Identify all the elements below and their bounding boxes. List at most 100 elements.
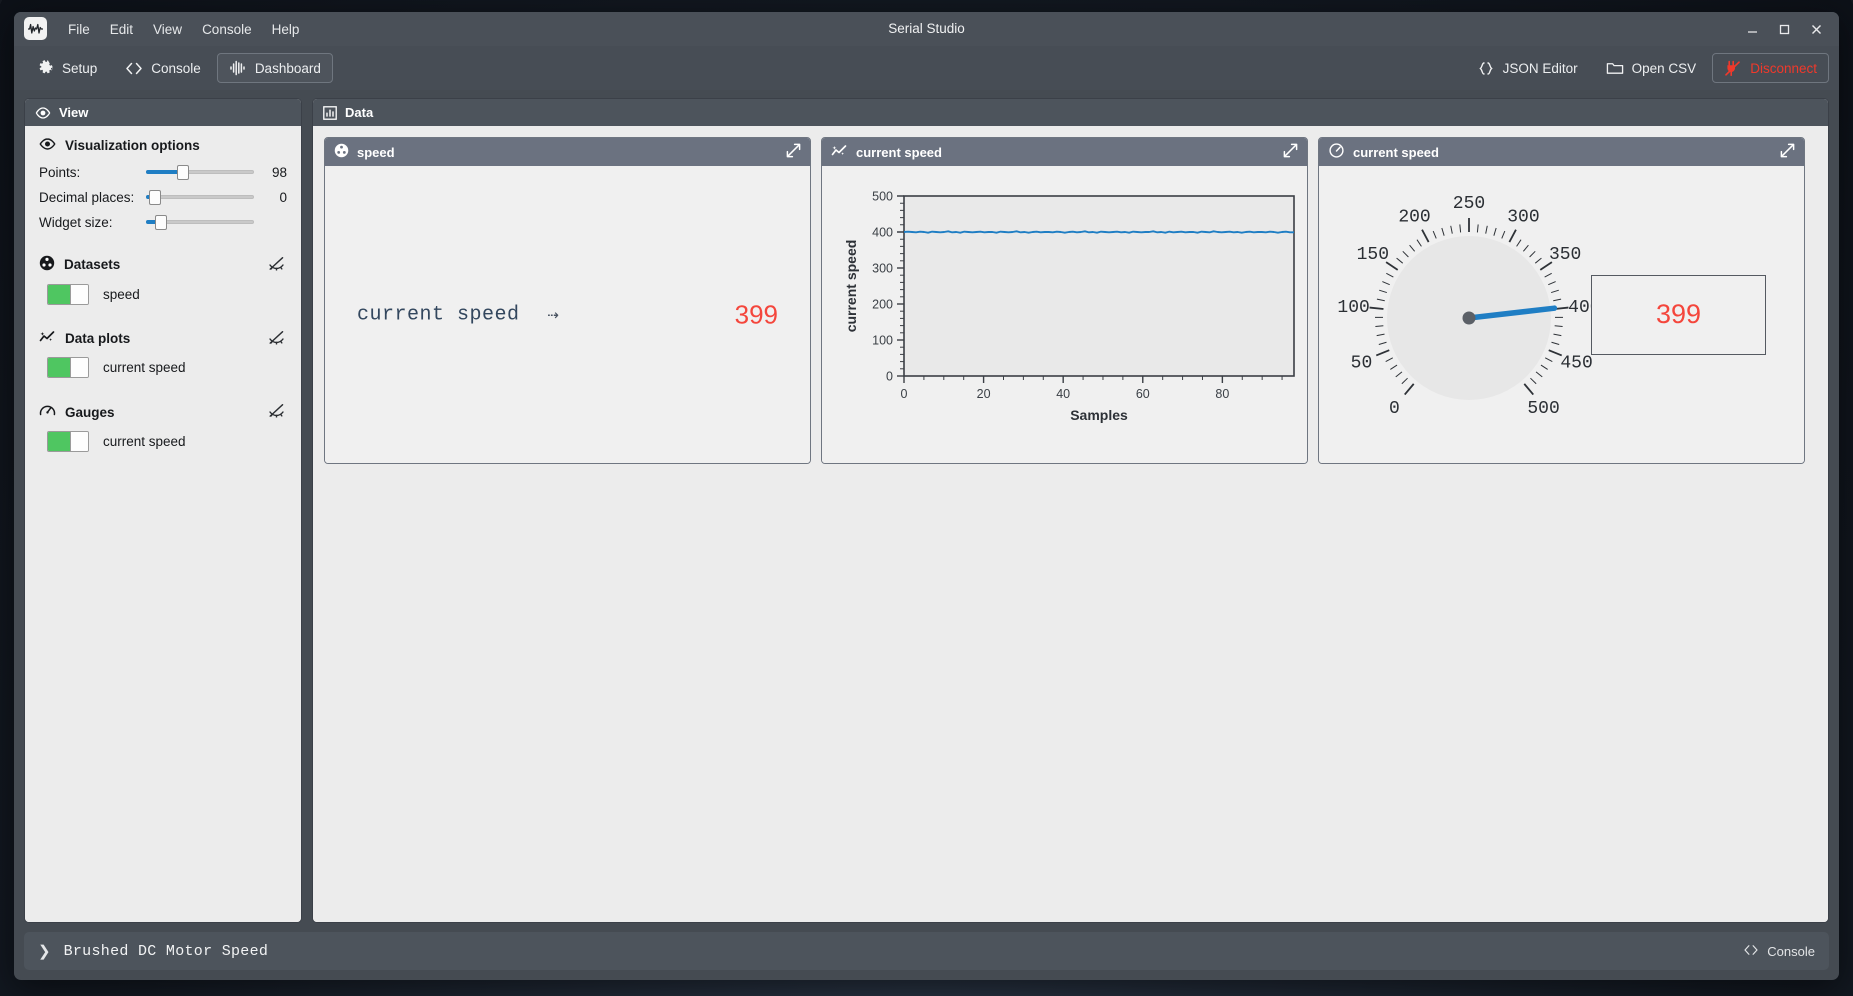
- svg-text:40: 40: [1056, 387, 1070, 401]
- widget-plot-body: 0 100 200 300 400 500 0 20 40 60 80 Samples current …: [822, 166, 1307, 463]
- gauge-icon: [1328, 143, 1345, 161]
- waveform-bars-icon: [229, 59, 247, 77]
- curly-braces-icon: [1477, 59, 1495, 77]
- section-gauges: Gauges: [39, 403, 287, 421]
- disconnect-button[interactable]: Disconnect: [1712, 53, 1829, 83]
- open-csv-button-label: Open CSV: [1631, 60, 1697, 76]
- status-bar-console-button[interactable]: Console: [1743, 944, 1815, 959]
- section-visualization-options-label: Visualization options: [65, 138, 200, 153]
- data-panel-header: Data: [313, 99, 1828, 126]
- points-slider-row: Points: 98: [39, 163, 287, 181]
- json-editor-button-label: JSON Editor: [1502, 60, 1578, 76]
- svg-text:150: 150: [1357, 245, 1389, 265]
- open-csv-button[interactable]: Open CSV: [1594, 53, 1709, 83]
- expand-icon[interactable]: [1283, 143, 1298, 161]
- code-brackets-icon: [1743, 944, 1759, 959]
- decimal-places-slider-value: 0: [279, 189, 287, 205]
- section-gauges-label: Gauges: [65, 404, 115, 420]
- svg-text:60: 60: [1136, 387, 1150, 401]
- svg-text:Samples: Samples: [1070, 407, 1128, 423]
- expand-icon[interactable]: [786, 143, 801, 161]
- console-button-label: Console: [151, 60, 201, 76]
- console-button[interactable]: Console: [113, 53, 213, 83]
- data-panel-title: Data: [345, 105, 374, 120]
- points-slider-value: 98: [271, 164, 287, 180]
- main-toolbar: Setup Console Dashboard JSON Editor Open…: [14, 46, 1839, 90]
- arrow-right-icon: ⇢: [547, 304, 559, 326]
- points-slider[interactable]: [146, 163, 254, 181]
- points-slider-label: Points:: [39, 164, 81, 180]
- widget-current-speed-gauge: current speed 0 50 100 150 200 250 300 350 400 45…: [1318, 137, 1805, 464]
- svg-text:500: 500: [1527, 398, 1559, 418]
- svg-text:250: 250: [1453, 194, 1485, 214]
- eye-off-icon[interactable]: [268, 256, 285, 273]
- gauge-current-speed-toggle[interactable]: [47, 431, 89, 452]
- folder-icon: [1606, 59, 1624, 77]
- gauge-current-speed-label: current speed: [103, 434, 186, 449]
- status-bar-left: ❯ Brushed DC Motor Speed: [38, 942, 269, 961]
- eye-icon: [39, 138, 56, 153]
- svg-text:200: 200: [872, 298, 893, 312]
- toolbar-right-group: JSON Editor Open CSV Disconnect: [1465, 53, 1829, 83]
- application-window: File Edit View Console Help Serial Studi…: [14, 12, 1839, 980]
- dataset-speed-label: speed: [103, 287, 140, 302]
- dashboard-button-label: Dashboard: [254, 60, 321, 76]
- eye-off-icon[interactable]: [268, 404, 285, 421]
- dataset-speed-toggle[interactable]: [47, 284, 89, 305]
- eye-off-icon[interactable]: [268, 330, 285, 347]
- datasets-icon: [39, 255, 55, 274]
- widget-gauge-header: current speed: [1319, 138, 1804, 166]
- status-bar-text: Brushed DC Motor Speed: [63, 942, 269, 960]
- svg-text:0: 0: [901, 387, 908, 401]
- maximize-icon[interactable]: [1769, 16, 1799, 42]
- svg-text:50: 50: [1351, 353, 1373, 373]
- dashboard-widget-grid: speed current speed ⇢ 399 current speed …: [313, 126, 1828, 922]
- setup-button-label: Setup: [62, 60, 98, 76]
- svg-text:300: 300: [872, 262, 893, 276]
- widget-size-slider[interactable]: [146, 213, 254, 231]
- data-plot-current-speed-label: current speed: [103, 360, 186, 375]
- widget-speed-datagrid: speed current speed ⇢ 399: [324, 137, 811, 464]
- svg-text:400: 400: [872, 226, 893, 240]
- section-data-plots: Data plots: [39, 330, 287, 347]
- svg-text:500: 500: [872, 190, 893, 204]
- data-plot-current-speed-toggle[interactable]: [47, 357, 89, 378]
- datagrid-row-label: current speed: [357, 303, 520, 326]
- widget-plot-title: current speed: [856, 144, 942, 160]
- plot-sparkline-icon: [39, 330, 56, 347]
- decimal-places-slider-knob[interactable]: [148, 190, 161, 205]
- json-editor-button[interactable]: JSON Editor: [1465, 53, 1590, 83]
- svg-text:100: 100: [1337, 297, 1369, 317]
- chevron-right-icon[interactable]: ❯: [38, 942, 51, 960]
- line-chart: 0 100 200 300 400 500 0 20 40 60 80 Samples current …: [822, 166, 1307, 463]
- expand-icon[interactable]: [1780, 143, 1795, 161]
- eye-icon: [35, 106, 51, 119]
- gear-icon: [36, 59, 54, 77]
- svg-text:80: 80: [1215, 387, 1229, 401]
- widget-plot-header: current speed: [822, 138, 1307, 166]
- view-sidebar-header: View: [25, 99, 301, 126]
- data-panel: Data speed current speed ⇢ 399 current s…: [312, 98, 1829, 923]
- decimal-places-slider[interactable]: [146, 188, 254, 206]
- gauge-value-box: 399: [1591, 274, 1766, 355]
- svg-text:current speed: current speed: [843, 240, 859, 333]
- widget-gauge-title: current speed: [1353, 144, 1439, 160]
- datagrid-row-value: 399: [734, 299, 778, 329]
- points-slider-knob[interactable]: [176, 165, 189, 180]
- dashboard-button[interactable]: Dashboard: [216, 53, 333, 83]
- close-icon[interactable]: [1801, 16, 1831, 42]
- view-sidebar: View Visualization options Points: 98 De…: [24, 98, 302, 923]
- datasets-icon: [334, 143, 349, 161]
- data-plot-toggle-row: current speed: [47, 357, 287, 378]
- widget-speed-title: speed: [357, 144, 395, 160]
- gauge-toggle-row: current speed: [47, 431, 287, 452]
- widget-current-speed-plot: current speed 0 100 200 300 400 500 0 20 40 60 80 S…: [821, 137, 1308, 464]
- gauge-value: 399: [1655, 299, 1702, 329]
- section-datasets-label: Datasets: [64, 257, 121, 272]
- svg-text:100: 100: [872, 334, 893, 348]
- setup-button[interactable]: Setup: [24, 53, 109, 83]
- widget-size-slider-knob[interactable]: [155, 215, 168, 230]
- window-controls: [1737, 12, 1831, 46]
- plot-sparkline-icon: [831, 144, 848, 161]
- minimize-icon[interactable]: [1737, 16, 1767, 42]
